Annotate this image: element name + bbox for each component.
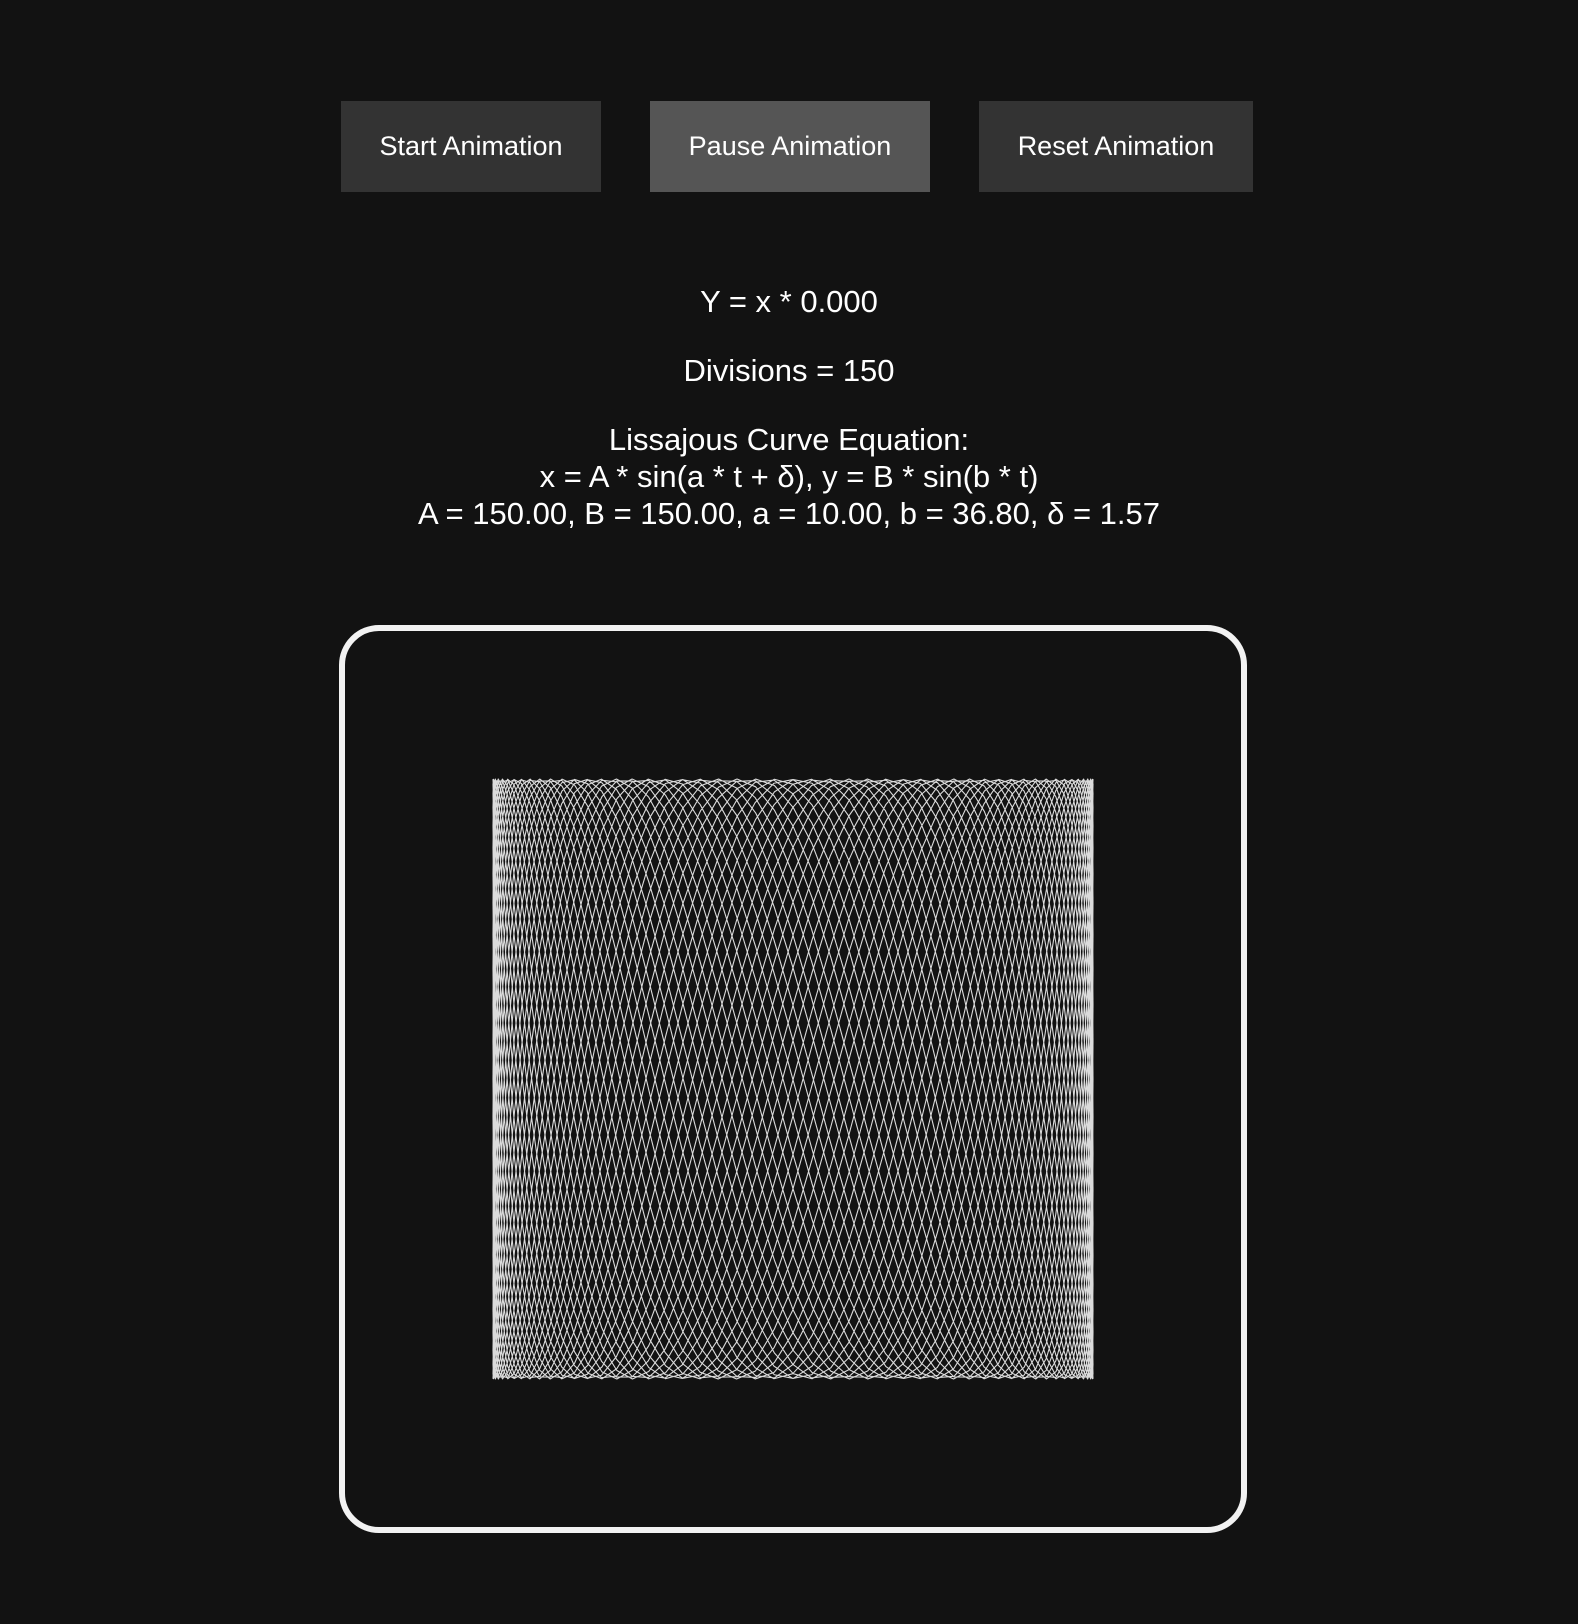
reset-animation-button[interactable]: Reset Animation <box>979 101 1253 192</box>
lissajous-curve-drawing <box>492 778 1094 1380</box>
lissajous-canvas <box>339 625 1247 1533</box>
lissajous-curve <box>492 778 1094 1380</box>
start-animation-button[interactable]: Start Animation <box>341 101 601 192</box>
page: Start Animation Pause Animation Reset An… <box>0 0 1578 1624</box>
animation-controls: Start Animation Pause Animation Reset An… <box>0 101 1578 192</box>
equation-title: Lissajous Curve Equation: <box>608 422 970 457</box>
equation-formula: x = A * sin(a * t + δ), y = B * sin(b * … <box>539 459 1039 494</box>
y-ratio-readout: Y = x * 0.000 <box>700 284 878 319</box>
equation-panel: Lissajous Curve Equation: x = A * sin(a … <box>0 421 1578 532</box>
pause-animation-button[interactable]: Pause Animation <box>650 101 930 192</box>
divisions-readout: Divisions = 150 <box>683 353 895 388</box>
equation-parameters: A = 150.00, B = 150.00, a = 10.00, b = 3… <box>417 496 1161 531</box>
